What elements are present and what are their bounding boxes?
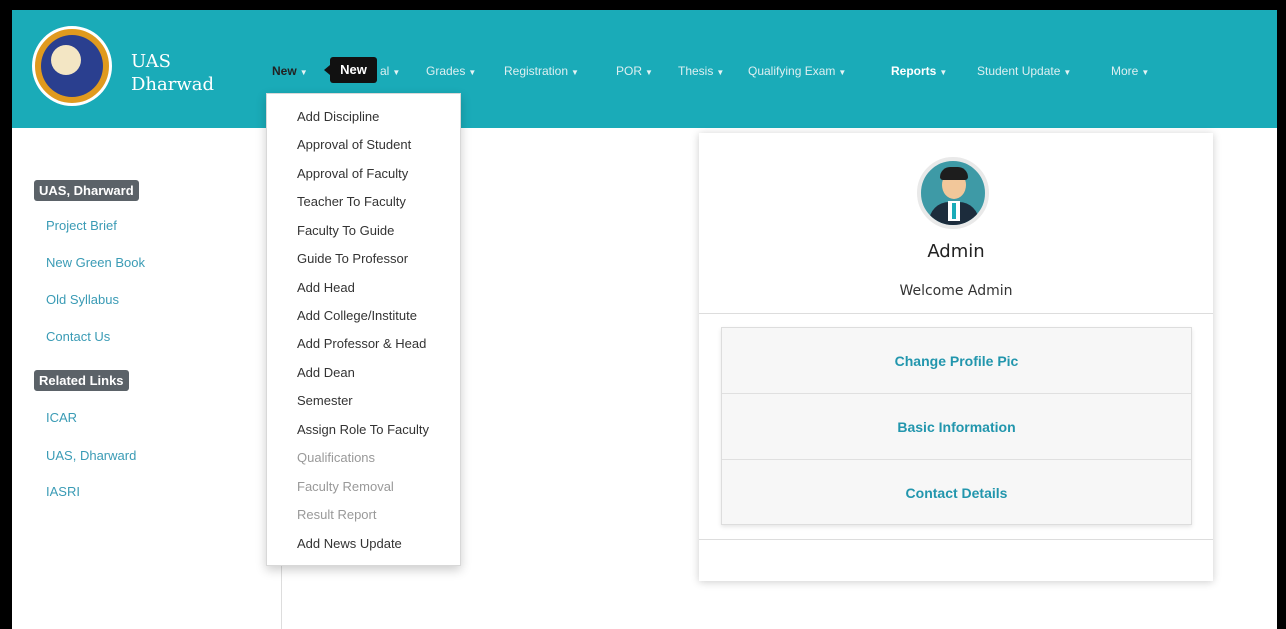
sidebar-link-contact-us[interactable]: Contact Us: [46, 329, 110, 344]
chevron-down-icon: ▼: [1141, 68, 1150, 77]
nav-reports-label: Reports: [891, 64, 937, 78]
nav-partial-label: al: [380, 64, 390, 78]
chevron-down-icon: ▼: [392, 68, 401, 77]
chevron-down-icon: ▼: [1063, 68, 1072, 77]
sidebar-link-new-green-book[interactable]: New Green Book: [46, 255, 145, 270]
app-frame: UAS Dharwad New ▼ New al ▼ Grades ▼ Registr…: [12, 10, 1277, 629]
menu-item-approval-of-faculty[interactable]: Approval of Faculty: [297, 166, 408, 181]
chevron-down-icon: ▼: [468, 68, 477, 77]
menu-item-add-discipline[interactable]: Add Discipline: [297, 109, 379, 124]
avatar-tie: [952, 203, 956, 219]
sidebar-link-project-brief[interactable]: Project Brief: [46, 218, 117, 233]
menu-item-faculty-removal[interactable]: Faculty Removal: [297, 479, 394, 494]
sidebar-link-old-syllabus[interactable]: Old Syllabus: [46, 292, 119, 307]
menu-item-qualifications[interactable]: Qualifications: [297, 450, 375, 465]
profile-name: Admin: [927, 241, 985, 262]
chevron-down-icon: ▼: [299, 68, 308, 77]
nav-new[interactable]: New ▼: [272, 64, 308, 78]
menu-item-result-report[interactable]: Result Report: [297, 507, 376, 522]
basic-information-button[interactable]: Basic Information: [722, 394, 1191, 460]
menu-item-teacher-to-faculty[interactable]: Teacher To Faculty: [297, 194, 406, 209]
sidebar-link-icar[interactable]: ICAR: [46, 410, 77, 425]
top-navbar: UAS Dharwad New ▼ New al ▼ Grades ▼ Registr…: [12, 10, 1277, 128]
sidebar-section-uas-dharward: UAS, Dharward: [34, 180, 139, 201]
chevron-down-icon: ▼: [571, 68, 579, 77]
nav-por-label: POR: [616, 64, 643, 78]
left-sidebar: UAS, Dharward Project Brief New Green Bo…: [12, 128, 282, 629]
nav-more-label: More: [1111, 64, 1139, 78]
nav-student-update-label: Student Update: [977, 64, 1061, 78]
menu-item-add-professor-head[interactable]: Add Professor & Head: [297, 336, 426, 351]
chevron-down-icon: ▼: [939, 68, 948, 77]
nav-qualifying-exam-label: Qualifying Exam: [748, 64, 836, 78]
divider: [699, 539, 1213, 540]
nav-thesis[interactable]: Thesis ▼: [678, 64, 724, 78]
chevron-down-icon: ▼: [838, 68, 847, 77]
menu-item-add-college-institute[interactable]: Add College/Institute: [297, 308, 417, 323]
menu-item-assign-role-to-faculty[interactable]: Assign Role To Faculty: [297, 422, 429, 437]
nav-reports[interactable]: Reports ▼: [891, 64, 947, 78]
menu-item-approval-of-student[interactable]: Approval of Student: [297, 137, 411, 152]
sidebar-section-related-links: Related Links: [34, 370, 129, 391]
sidebar-link-iasri[interactable]: IASRI: [46, 484, 80, 499]
logo-core: [51, 45, 81, 75]
profile-card: Admin Welcome Admin Change Profile Pic B…: [699, 133, 1213, 581]
chevron-down-icon: ▼: [716, 68, 725, 77]
brand-line-1: UAS: [131, 51, 171, 72]
nav-registration[interactable]: Registration ▼: [504, 64, 579, 78]
sidebar-link-uas-dharward[interactable]: UAS, Dharward: [46, 448, 136, 463]
admin-avatar: [917, 157, 989, 229]
menu-item-semester[interactable]: Semester: [297, 393, 353, 408]
nav-student-update[interactable]: Student Update ▼: [977, 64, 1071, 78]
menu-item-guide-to-professor[interactable]: Guide To Professor: [297, 251, 408, 266]
nav-more[interactable]: More ▼: [1111, 64, 1149, 78]
nav-partial-item[interactable]: al ▼: [380, 64, 400, 78]
nav-registration-label: Registration: [504, 64, 569, 78]
chevron-down-icon: ▼: [645, 68, 653, 77]
new-dropdown-menu: Add Discipline Approval of Student Appro…: [266, 93, 461, 566]
menu-item-add-dean[interactable]: Add Dean: [297, 365, 355, 380]
change-profile-pic-button[interactable]: Change Profile Pic: [722, 328, 1191, 394]
university-logo[interactable]: [32, 26, 112, 106]
nav-grades[interactable]: Grades ▼: [426, 64, 476, 78]
brand-line-2: Dharwad: [131, 74, 215, 95]
contact-details-button[interactable]: Contact Details: [722, 460, 1191, 526]
brand-name[interactable]: UAS Dharwad: [131, 50, 214, 96]
nav-new-label: New: [272, 64, 297, 78]
menu-item-add-news-update[interactable]: Add News Update: [297, 536, 402, 551]
nav-new-tooltip: New: [324, 57, 377, 83]
menu-item-faculty-to-guide[interactable]: Faculty To Guide: [297, 223, 394, 238]
nav-por[interactable]: POR ▼: [616, 64, 653, 78]
profile-actions: Change Profile Pic Basic Information Con…: [721, 327, 1192, 525]
divider: [699, 313, 1213, 314]
welcome-message: Welcome Admin: [899, 283, 1013, 299]
avatar-hair: [940, 167, 968, 180]
nav-qualifying-exam[interactable]: Qualifying Exam ▼: [748, 64, 846, 78]
nav-thesis-label: Thesis: [678, 64, 714, 78]
nav-grades-label: Grades: [426, 64, 466, 78]
menu-item-add-head[interactable]: Add Head: [297, 280, 355, 295]
